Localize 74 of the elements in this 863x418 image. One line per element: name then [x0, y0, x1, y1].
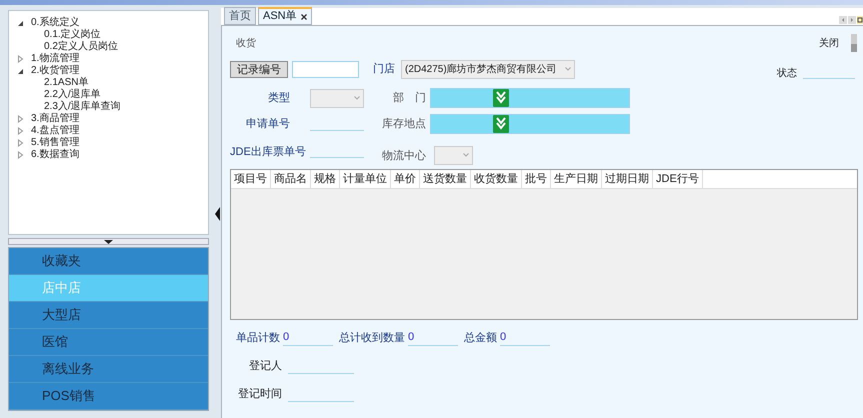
department-label: 部 门: [392, 90, 426, 106]
collapse-arrow-icon[interactable]: [215, 207, 220, 221]
column-header[interactable]: JDE行号: [653, 170, 703, 188]
tab[interactable]: ASN单: [258, 7, 312, 25]
collapsed-arrow-icon[interactable]: [17, 115, 24, 123]
tree-item[interactable]: 3.商品管理: [31, 113, 80, 125]
total-value: 0: [408, 328, 458, 346]
down-arrow-icon[interactable]: [104, 240, 113, 244]
tree-item[interactable]: 1.物流管理: [31, 53, 80, 65]
nav-item[interactable]: 大型店: [9, 302, 208, 329]
section-title: 收货: [236, 36, 256, 50]
collapsed-arrow-icon[interactable]: [17, 151, 24, 159]
column-header[interactable]: 计量单位: [340, 170, 391, 188]
column-header[interactable]: 送货数量: [420, 170, 471, 188]
dropdown-caret-icon: [463, 153, 469, 157]
toggle-switch-icon[interactable]: [851, 34, 857, 52]
double-chevron-icon[interactable]: [493, 89, 509, 107]
scroll-left-icon[interactable]: [839, 16, 847, 24]
tree-item[interactable]: 2.收货管理: [31, 65, 80, 77]
tree-item[interactable]: 2.2入/退库单: [44, 89, 101, 101]
tab[interactable]: 首页: [224, 7, 256, 25]
tree-item[interactable]: 2.3入/退库单查询: [44, 101, 121, 113]
column-header[interactable]: 规格: [311, 170, 340, 188]
footer-label: 登记人: [248, 358, 282, 374]
store-label: 门店: [373, 62, 395, 77]
total-value: 0: [283, 328, 333, 346]
nav-item[interactable]: 医馆: [9, 329, 208, 356]
location-label: 库存地点: [381, 116, 426, 132]
column-header[interactable]: 过期日期: [602, 170, 653, 188]
tree-item[interactable]: 0.系统定义: [31, 17, 80, 29]
tab-list-icon[interactable]: [857, 16, 863, 24]
column-header[interactable]: 项目号: [231, 170, 271, 188]
close-label: 关闭: [819, 36, 839, 50]
collapsed-arrow-icon[interactable]: [17, 127, 24, 135]
total-label: 总计收到数量: [339, 330, 405, 346]
logistics-label: 物流中心: [381, 148, 426, 164]
column-header[interactable]: 生产日期: [551, 170, 602, 188]
column-header[interactable]: 商品名: [271, 170, 311, 188]
total-value: 0: [500, 328, 550, 346]
scroll-right-icon[interactable]: [848, 16, 856, 24]
tree-item[interactable]: 4.盘点管理: [31, 125, 80, 137]
column-header[interactable]: 批号: [522, 170, 551, 188]
type-dropdown[interactable]: [310, 88, 364, 108]
total-label: 总金额: [464, 330, 497, 346]
logistics-dropdown[interactable]: [434, 146, 473, 164]
store-dropdown[interactable]: (2D4275)廊坊市梦杰商贸有限公司: [401, 60, 575, 78]
tree-item[interactable]: 2.1ASN单: [44, 77, 88, 89]
close-icon[interactable]: [300, 14, 307, 20]
nav-item[interactable]: POS销售: [9, 383, 208, 410]
column-header[interactable]: 收货数量: [471, 170, 522, 188]
request-number-label: 申请单号: [245, 116, 290, 132]
tree-item[interactable]: 0.1.定义岗位: [44, 29, 101, 41]
double-chevron-icon[interactable]: [493, 115, 509, 133]
total-label: 单品计数: [236, 330, 280, 346]
collapsed-arrow-icon[interactable]: [17, 139, 24, 147]
tree-item[interactable]: 6.数据查询: [31, 149, 80, 161]
location-field[interactable]: [430, 114, 630, 134]
collapsed-arrow-icon[interactable]: [17, 55, 24, 63]
dropdown-caret-icon: [354, 96, 360, 100]
tree-item[interactable]: 5.销售管理: [31, 137, 80, 149]
nav-item[interactable]: 离线业务: [9, 356, 208, 383]
column-header[interactable]: 单价: [391, 170, 420, 188]
footer-label: 登记时间: [237, 386, 282, 402]
type-label: 类型: [267, 90, 290, 106]
department-field[interactable]: [430, 88, 630, 108]
status-label: 状态: [777, 66, 797, 80]
nav-item[interactable]: 收藏夹: [9, 248, 208, 275]
record-number-field[interactable]: [292, 60, 359, 78]
tree-item[interactable]: 0.2定义人员岗位: [44, 41, 118, 53]
dropdown-caret-icon: [565, 67, 571, 71]
jde-number-label: JDE出库票单号: [230, 144, 303, 160]
record-number-button[interactable]: 记录编号: [230, 60, 288, 78]
expanded-arrow-icon[interactable]: [17, 20, 24, 26]
expanded-arrow-icon[interactable]: [17, 68, 24, 74]
